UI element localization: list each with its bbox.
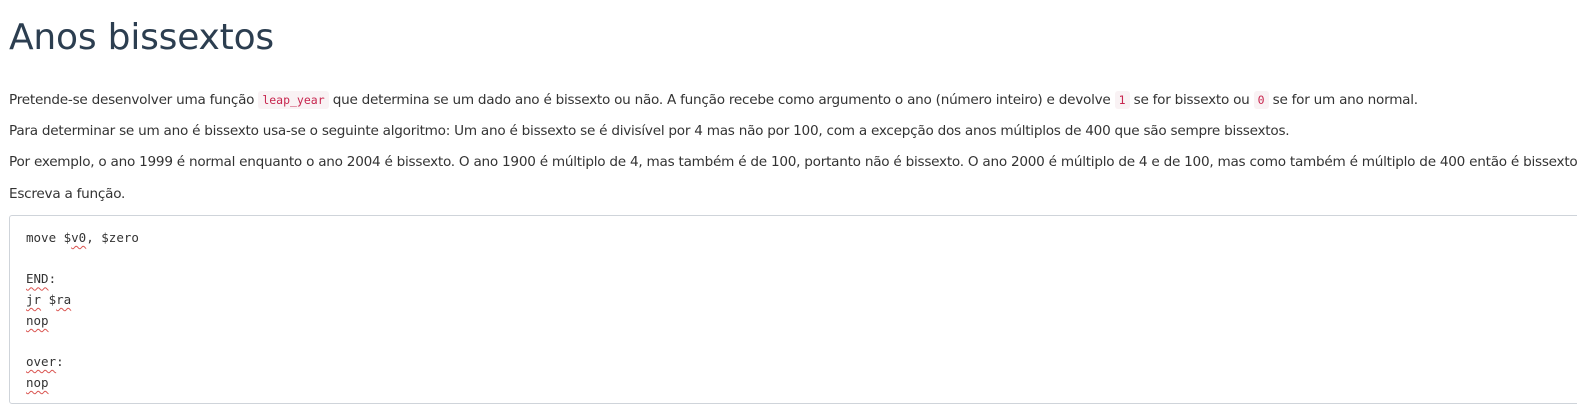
code-line-8[interactable]: nop (26, 373, 139, 394)
description-paragraph-3: Por exemplo, o ano 1999 é normal enquant… (9, 154, 1577, 170)
p1-text-before: Pretende-se desenvolver uma função (9, 92, 259, 108)
code-token-misspelled: over (26, 354, 57, 370)
p1-text-middle2: se for bissexto ou (1129, 92, 1254, 108)
code-line-3[interactable]: END: (26, 269, 139, 290)
code-token-misspelled: ra (56, 292, 72, 308)
code-token: , $zero (86, 230, 139, 245)
code-line-6[interactable] (26, 331, 139, 352)
instruction-paragraph: Escreva a função. (9, 186, 126, 202)
code-token-misspelled: END (26, 271, 49, 287)
description-paragraph-1: Pretende-se desenvolver uma função leap_… (9, 90, 1418, 110)
code-token-misspelled: jr (26, 292, 42, 308)
code-line-2[interactable] (26, 249, 139, 270)
description-paragraph-2: Para determinar se um ano é bissexto usa… (9, 123, 1290, 139)
page: Anos bissextos Pretende-se desenvolver u… (9, 0, 1577, 412)
code-token-misspelled: nop (26, 374, 49, 390)
code-line-5[interactable]: nop (26, 311, 139, 332)
code-token: move $ (26, 230, 72, 245)
code-line-1[interactable]: move $v0, $zero (26, 228, 139, 249)
inline-code-leap-year: leap_year (258, 91, 329, 109)
inline-code-one: 1 (1114, 91, 1130, 109)
page-title: Anos bissextos (9, 17, 274, 58)
code-token-misspelled: nop (26, 312, 49, 328)
code-token-misspelled: v0 (71, 230, 87, 245)
code-token: : (56, 354, 64, 370)
code-editor[interactable]: move $v0, $zero END: jr $ra nop over: no… (9, 215, 1577, 404)
code-token: : (48, 271, 57, 287)
code-line-4[interactable]: jr $ra (26, 290, 139, 311)
code-token: $ (41, 292, 57, 308)
code-line-7[interactable]: over: (26, 352, 139, 373)
inline-code-zero: 0 (1253, 91, 1269, 109)
code-lines[interactable]: move $v0, $zero END: jr $ra nop over: no… (26, 228, 139, 394)
p1-text-middle: que determina se um dado ano é bissexto … (328, 92, 1115, 108)
p1-text-after: se for um ano normal. (1268, 92, 1419, 108)
